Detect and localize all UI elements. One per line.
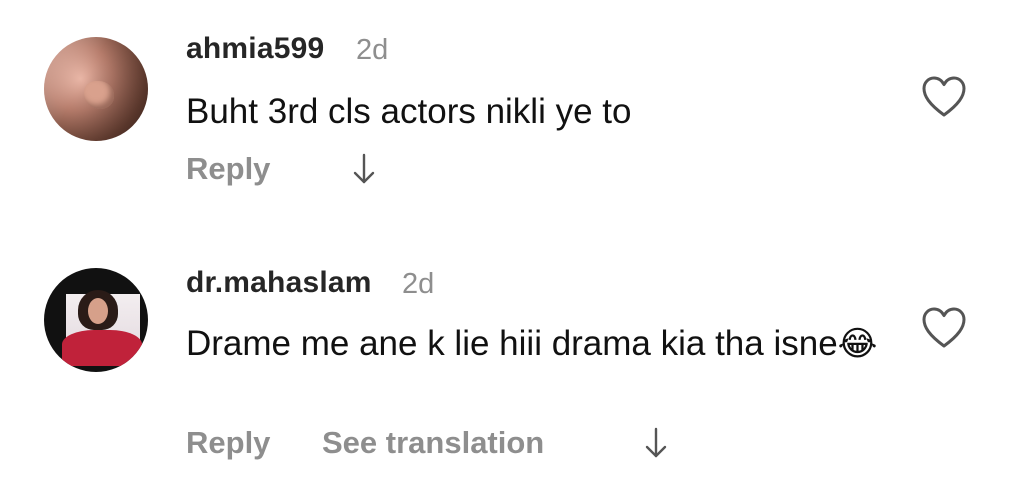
comment-text: Buht 3rd cls actors nikli ye to (186, 92, 632, 131)
avatar[interactable] (44, 37, 148, 141)
reply-button[interactable]: Reply (186, 425, 270, 461)
comment-username[interactable]: dr.mahaslam (186, 266, 372, 300)
arrow-down-icon[interactable] (352, 152, 376, 186)
avatar[interactable] (44, 268, 148, 372)
arrow-down-icon[interactable] (644, 426, 668, 460)
comment-timestamp: 2d (356, 34, 389, 66)
comment-username[interactable]: ahmia599 (186, 32, 324, 66)
see-translation-button[interactable]: See translation (322, 425, 544, 461)
reply-button[interactable]: Reply (186, 151, 270, 187)
comment-text: Drame me ane k lie hiii drama kia tha is… (186, 322, 886, 366)
comment-timestamp: 2d (402, 268, 435, 300)
laughing-emoji: 😂 (837, 324, 878, 364)
comment-text-body: Drame me ane k lie hiii drama kia tha is… (186, 324, 838, 363)
heart-outline-icon[interactable] (921, 306, 967, 350)
heart-outline-icon[interactable] (921, 75, 967, 119)
